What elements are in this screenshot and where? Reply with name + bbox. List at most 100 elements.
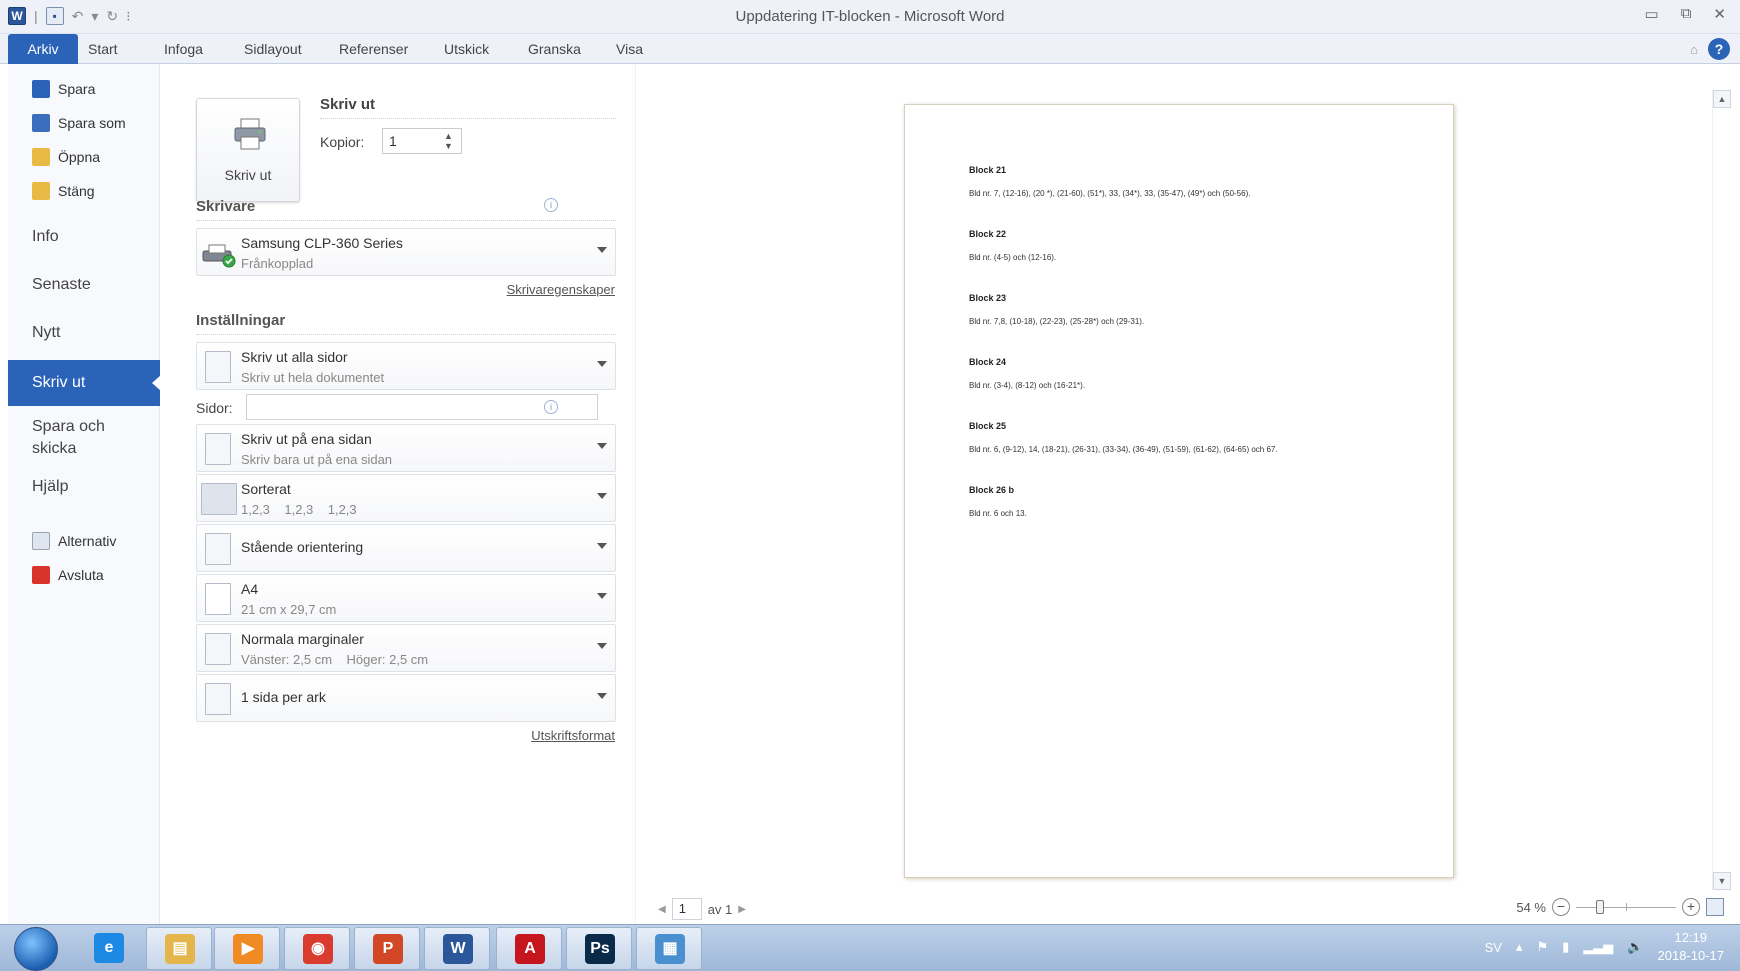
preview-scrollbar[interactable]: ▲ ▼ <box>1712 90 1731 890</box>
printer-icon <box>234 118 266 150</box>
tab-start[interactable]: Start <box>88 41 118 57</box>
taskbar-app-acrobat[interactable]: A <box>496 927 562 970</box>
printer-properties-link[interactable]: Skrivaregenskaper <box>507 282 615 297</box>
taskbar-app-photoshop[interactable]: Ps <box>566 927 632 970</box>
clock-time: 12:19 <box>1674 930 1708 945</box>
ribbon-tabs: Arkiv Start Infoga Sidlayout Referenser … <box>0 34 1740 64</box>
divider <box>320 118 616 119</box>
language-indicator[interactable]: SV <box>1485 940 1502 955</box>
title-bar: W | ▪ ↶ ▾ ↻ ⁝ Uppdatering IT-blocken - M… <box>0 0 1740 34</box>
margins-dropdown[interactable]: Normala marginaler Vänster: 2,5 cm Höger… <box>196 624 616 672</box>
nav-skriv-ut[interactable]: Skriv ut <box>8 360 161 406</box>
close-folder-icon <box>32 182 50 200</box>
collate-sub: 1,2,3 1,2,3 1,2,3 <box>241 502 357 517</box>
paper-size-label: A4 <box>241 581 259 597</box>
divider <box>196 220 616 221</box>
zoom-out-icon[interactable]: − <box>1552 898 1570 916</box>
zoom-mid-tick <box>1626 903 1627 911</box>
block-title: Block 25 <box>969 421 1007 431</box>
zoom-to-page-icon[interactable] <box>1706 898 1724 916</box>
scroll-down-icon[interactable]: ▼ <box>1713 872 1731 890</box>
taskbar-app-file-explorer[interactable]: ▤ <box>146 927 212 970</box>
nav-oppna[interactable]: Öppna <box>32 146 100 168</box>
pages-per-sheet-dropdown[interactable]: 1 sida per ark <box>196 674 616 722</box>
print-range-label: Skriv ut alla sidor <box>241 349 348 365</box>
tab-sidlayout[interactable]: Sidlayout <box>244 41 302 57</box>
tab-granska[interactable]: Granska <box>528 41 581 57</box>
minimize-icon[interactable]: ▭ <box>1645 5 1659 23</box>
print-range-dropdown[interactable]: Skriv ut alla sidor Skriv ut hela dokume… <box>196 342 616 390</box>
previous-page-icon[interactable]: ◀ <box>658 904 666 915</box>
zoom-label[interactable]: 54 % <box>1516 900 1546 915</box>
minimize-ribbon-icon[interactable]: ⌂ <box>1690 42 1698 57</box>
taskbar-app-media-player[interactable]: ▶ <box>214 927 280 970</box>
nav-spara[interactable]: Spara <box>32 78 95 100</box>
print-preview: Block 21 Bld nr. 7, (12-16), (20 *), (21… <box>636 64 1740 924</box>
chrome-icon: ◉ <box>303 934 333 964</box>
close-icon[interactable]: ✕ <box>1713 5 1726 23</box>
network-icon[interactable]: ▂▃▅ <box>1583 939 1613 955</box>
nav-info[interactable]: Info <box>32 228 59 246</box>
taskbar-app-word[interactable]: W <box>424 927 490 970</box>
action-center-flag-icon[interactable]: ⚑ <box>1537 939 1549 955</box>
tab-utskick[interactable]: Utskick <box>444 41 489 57</box>
taskbar: e ▤ ▶ ◉ P W A Ps ▦ SV ▴ ⚑ ▮ ▂▃▅ 🔈 12:19 2018-10-… <box>0 924 1740 971</box>
file-explorer-icon: ▤ <box>165 934 195 964</box>
page-setup-link[interactable]: Utskriftsformat <box>531 728 615 743</box>
taskbar-app-powerpoint[interactable]: P <box>354 927 420 970</box>
block-text: Bld nr. (4-5) och (12-16). <box>969 253 1057 262</box>
print-button[interactable]: Skriv ut <box>196 98 300 202</box>
info-icon[interactable]: i <box>544 400 558 414</box>
taskbar-app-internet-explorer[interactable]: e <box>76 927 142 970</box>
tab-referenser[interactable]: Referenser <box>339 41 408 57</box>
tab-arkiv[interactable]: Arkiv <box>8 34 78 64</box>
paper-size-dropdown[interactable]: A4 21 cm x 29,7 cm <box>196 574 616 622</box>
next-page-icon[interactable]: ▶ <box>738 904 746 915</box>
nav-hjalp[interactable]: Hjälp <box>32 478 68 496</box>
zoom-thumb[interactable] <box>1596 900 1605 914</box>
nav-avsluta-label: Avsluta <box>58 567 104 583</box>
nav-stang[interactable]: Stäng <box>32 180 95 202</box>
info-icon[interactable]: i <box>544 198 558 212</box>
nav-avsluta[interactable]: Avsluta <box>32 564 104 586</box>
tab-visa[interactable]: Visa <box>616 41 643 57</box>
copies-label: Kopior: <box>320 134 365 150</box>
word-icon: W <box>443 934 473 964</box>
orientation-dropdown[interactable]: Stående orientering <box>196 524 616 572</box>
battery-icon[interactable]: ▮ <box>1562 939 1569 955</box>
nav-alternativ[interactable]: Alternativ <box>32 530 116 552</box>
tab-infoga[interactable]: Infoga <box>164 41 203 57</box>
printer-dropdown[interactable]: Samsung CLP-360 Series Frånkopplad <box>196 228 616 276</box>
taskbar-app-remote-desktop[interactable]: ▦ <box>636 927 702 970</box>
acrobat-icon: A <box>515 934 545 964</box>
media-player-icon: ▶ <box>233 934 263 964</box>
window-controls: ▭ ⧉ ✕ <box>1645 5 1726 23</box>
nav-nytt[interactable]: Nytt <box>32 324 60 342</box>
current-page-input[interactable]: 1 <box>671 898 702 920</box>
internet-explorer-icon: e <box>94 933 124 963</box>
restore-icon[interactable]: ⧉ <box>1681 5 1692 23</box>
options-icon <box>32 532 50 550</box>
pages-label: Sidor: <box>196 400 233 416</box>
start-button[interactable] <box>14 927 58 971</box>
nav-spara-som[interactable]: Spara som <box>32 112 126 134</box>
nav-spara-label: Spara <box>58 81 96 97</box>
zoom-slider[interactable] <box>1576 898 1676 916</box>
clock[interactable]: 12:19 2018-10-17 <box>1658 929 1725 965</box>
show-hidden-icons-icon[interactable]: ▴ <box>1516 939 1523 955</box>
sides-dropdown[interactable]: Skriv ut på ena sidan Skriv bara ut på e… <box>196 424 616 472</box>
nav-senaste[interactable]: Senaste <box>32 276 91 294</box>
volume-icon[interactable]: 🔈 <box>1627 939 1643 955</box>
nav-spara-och-skicka[interactable]: Spara och skicka <box>32 416 142 460</box>
scroll-up-icon[interactable]: ▲ <box>1713 90 1731 108</box>
taskbar-app-chrome[interactable]: ◉ <box>284 927 350 970</box>
collate-dropdown[interactable]: Sorterat 1,2,3 1,2,3 1,2,3 <box>196 474 616 522</box>
printer-status: Frånkopplad <box>241 256 314 271</box>
help-icon[interactable]: ? <box>1708 38 1730 60</box>
zoom-in-icon[interactable]: + <box>1682 898 1700 916</box>
remote-desktop-icon: ▦ <box>655 934 685 964</box>
print-settings-panel: Skriv ut Skriv ut Kopior: 1 ▲ ▼ Skrivare … <box>160 64 636 924</box>
print-button-label: Skriv ut <box>224 167 272 183</box>
exit-icon <box>32 566 50 584</box>
copies-spinner[interactable]: ▲ ▼ <box>444 131 453 151</box>
